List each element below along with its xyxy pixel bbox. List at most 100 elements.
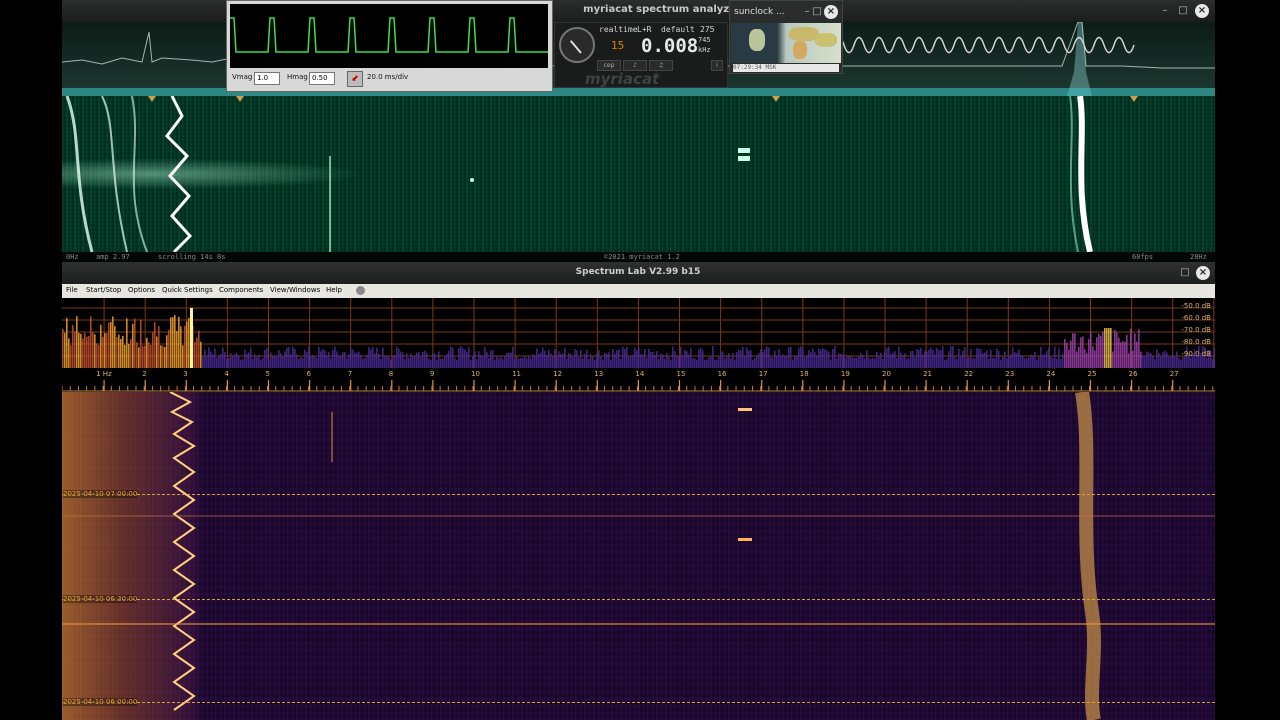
frequency-label: 9: [429, 370, 435, 378]
db-label: -50.0 dB: [1181, 302, 1211, 310]
frequency-label: 4: [224, 370, 229, 378]
db-label: -70.0 dB: [1181, 326, 1211, 334]
menu-components[interactable]: Components: [219, 286, 263, 294]
sunclock-title: sunclock ...: [734, 7, 785, 17]
frequency-label: 20: [882, 370, 891, 378]
frequency-label: 2: [142, 370, 147, 378]
db-label: -90.0 dB: [1181, 350, 1211, 358]
frequency-label: 3: [183, 370, 188, 378]
menu-file[interactable]: File: [66, 286, 78, 294]
frequency-label: 10: [471, 370, 480, 378]
panel-channel[interactable]: L+R: [637, 25, 651, 34]
audio-waveform: [834, 36, 1135, 54]
myriacat-statusbar: 0Hz amp 2.97 scrolling 14s 8s ©2021 myri…: [62, 252, 1215, 262]
myriacat-logo: myriacat: [585, 70, 660, 88]
waterfall-features: [62, 390, 1215, 720]
menu-start-stop[interactable]: Start/Stop: [86, 286, 121, 294]
timestamp-line: [62, 494, 1215, 495]
timestamp-label: 2025-04-10 07:00:00: [63, 490, 138, 498]
frequency-label: 25: [1087, 370, 1097, 378]
minimize-icon[interactable]: –: [1158, 4, 1172, 18]
panel-preset[interactable]: default: [661, 25, 695, 34]
spectrum-display[interactable]: -50.0 dB -60.0 dB -70.0 dB -80.0 dB -90.…: [62, 298, 1215, 368]
frequency-scale[interactable]: 1 Hz 2 3 4 5 6 7 8 9 10 11 12 13 14 15 16 17 18 19 20 21 22 23…: [62, 368, 1215, 392]
panel-frequency: 0.008: [641, 35, 699, 57]
timestamp-label: 2025-04-10 06:30:00: [63, 595, 138, 603]
frequency-label: 17: [758, 370, 768, 378]
panel-unit: kHz: [698, 46, 711, 54]
frequency-label: 19: [840, 370, 850, 378]
record-indicator-icon[interactable]: [356, 286, 365, 295]
status-copyright: ©2021 myriacat 1.2: [604, 253, 680, 261]
sunclock-time: 07:29:34 MSK: [733, 64, 839, 72]
oscilloscope-window[interactable]: Vmag 1.0 Hmag 0.50 ⬋ 20.0 ms/div: [226, 0, 553, 92]
db-label: -60.0 dB: [1181, 314, 1211, 322]
frequency-label: 23: [1005, 370, 1015, 378]
frequency-label: 8: [388, 370, 394, 378]
marker-icon[interactable]: [1130, 96, 1138, 102]
maximize-icon[interactable]: □: [1176, 4, 1190, 18]
timestamp-line: [62, 599, 1215, 600]
frequency-label: 14: [635, 370, 645, 378]
status-fps: 60fps: [1132, 253, 1154, 261]
close-icon[interactable]: ×: [1195, 4, 1209, 18]
db-label: -80.0 dB: [1181, 338, 1211, 346]
menu-view-windows[interactable]: View/Windows: [270, 286, 320, 294]
status-left-hz: 0Hz: [66, 253, 79, 261]
marker-icon[interactable]: [148, 96, 156, 102]
hmag-label: Hmag: [287, 73, 308, 81]
hmag-input[interactable]: 0.50: [309, 72, 335, 85]
close-icon[interactable]: ×: [1196, 266, 1210, 280]
oscilloscope-screen: [230, 4, 548, 68]
menu-options[interactable]: Options: [128, 286, 155, 294]
marker-icon[interactable]: [236, 96, 244, 102]
world-map[interactable]: [731, 23, 841, 63]
timestamp-line: [62, 702, 1215, 703]
spectrum-lab-waterfall[interactable]: 2025-04-10 07:00:00 2025-04-10 06:30:00 …: [62, 390, 1215, 720]
frequency-label: 12: [553, 370, 563, 378]
menu-quick-settings[interactable]: Quick Settings: [162, 286, 213, 294]
spectrum-grid: [62, 298, 1215, 368]
panel-mode[interactable]: realtime: [599, 25, 638, 34]
status-scrolling: scrolling 14s 8s: [158, 253, 226, 261]
frequency-label: 7: [347, 370, 353, 378]
frequency-label: 16: [717, 370, 727, 378]
status-amp: amp 2.97: [96, 253, 130, 261]
frequency-label: 21: [923, 370, 933, 378]
vmag-input[interactable]: 1.0: [254, 72, 280, 85]
frequency-label: 24: [1046, 370, 1056, 378]
sunclock-window[interactable]: sunclock ... – □ × 07:29:34 MSK: [729, 0, 843, 74]
status-right-hz: 28Hz: [1190, 253, 1207, 261]
trigger-icon[interactable]: ⬋: [347, 71, 363, 87]
spectrum-lab-title: Spectrum Lab V2.99 b15: [575, 267, 701, 277]
maximize-icon[interactable]: □: [1178, 266, 1192, 280]
panel-num-top: 275: [700, 25, 715, 34]
square-wave-trace: [230, 17, 548, 53]
timestamp-label: 2025-04-10 06:00:00: [63, 698, 138, 706]
frequency-label: 13: [594, 370, 604, 378]
myriacat-waterfall-features: [65, 95, 1093, 254]
spectrum-lab-window[interactable]: Spectrum Lab V2.99 b15 □ × File Start/St…: [62, 262, 1215, 720]
frequency-label: 5: [265, 370, 270, 378]
maximize-icon[interactable]: □: [810, 5, 824, 19]
timebase-label: 20.0 ms/div: [367, 73, 409, 81]
close-icon[interactable]: ×: [824, 5, 838, 19]
frequency-label: 11: [512, 370, 522, 378]
volume-dial[interactable]: [559, 27, 595, 63]
dial-needle-icon: [569, 40, 582, 54]
vmag-label: Vmag: [232, 73, 253, 81]
marker-icon[interactable]: [772, 96, 780, 102]
menu-help[interactable]: Help: [326, 286, 342, 294]
panel-digit: 15: [611, 39, 625, 52]
frequency-label: 6: [306, 370, 312, 378]
frequency-label: 22: [964, 370, 974, 378]
menu-bar: File Start/Stop Options Quick Settings C…: [62, 284, 1215, 299]
frequency-label: 15: [676, 370, 686, 378]
myriacat-waterfall[interactable]: [62, 95, 1215, 254]
frequency-label: 26: [1128, 370, 1138, 378]
frequency-label: 18: [799, 370, 809, 378]
spectrum-lab-titlebar[interactable]: Spectrum Lab V2.99 b15 □ ×: [62, 262, 1215, 284]
myriacat-control-panel[interactable]: realtime L+R default 275 15 0.008 745 kH…: [554, 22, 728, 88]
info-icon[interactable]: i: [711, 60, 723, 71]
frequency-label: 1 Hz: [96, 370, 112, 378]
